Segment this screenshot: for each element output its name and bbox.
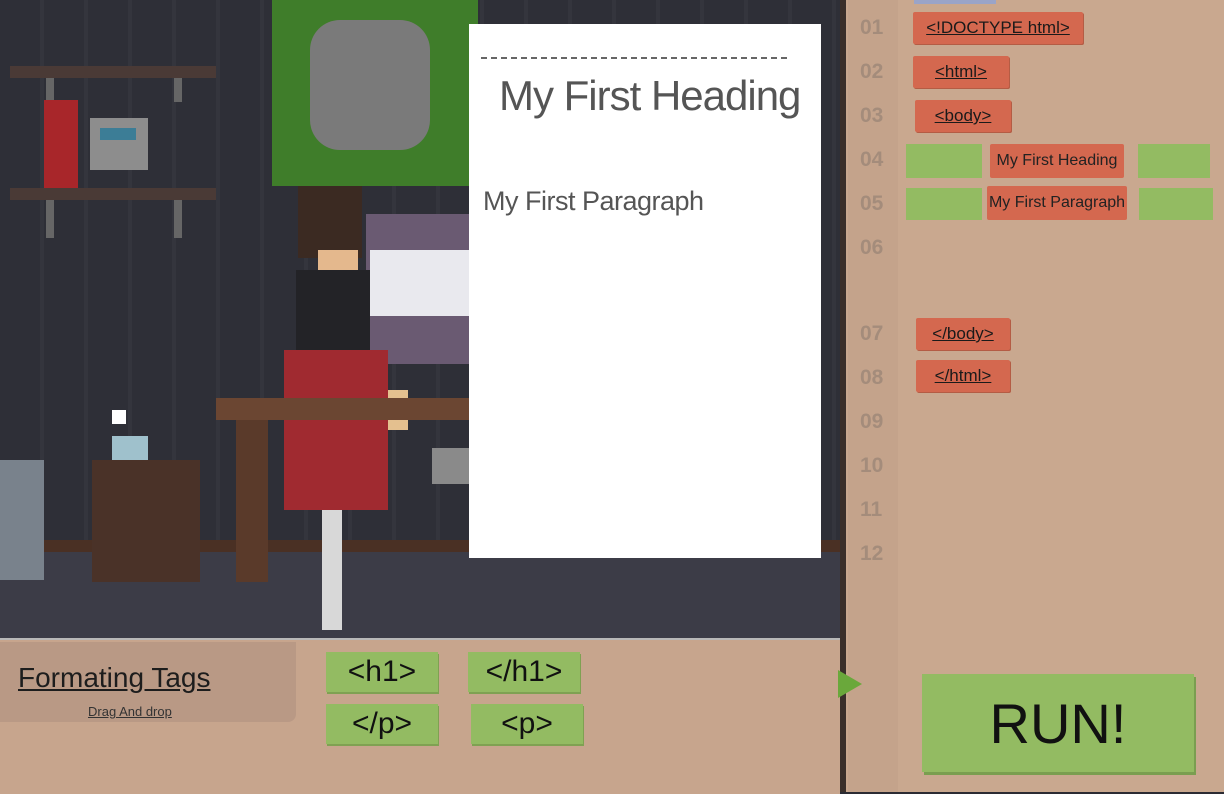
h1-close-draggable[interactable]: </h1>	[468, 652, 580, 692]
drop-slot-line4-close[interactable]	[1138, 144, 1210, 178]
cup	[112, 436, 148, 460]
line-number: 05	[860, 192, 884, 215]
sofa	[0, 460, 44, 580]
scroll-remnant	[914, 0, 996, 4]
palette-header: Formating Tags Drag And drop	[0, 642, 296, 722]
line-number: 10	[860, 454, 884, 477]
preview-divider	[481, 57, 787, 59]
arrow-icon	[838, 670, 862, 698]
html-close-tag[interactable]: </html>	[916, 360, 1010, 392]
html-open-tag[interactable]: <html>	[913, 56, 1009, 88]
desk	[216, 398, 476, 420]
line-number: 06	[860, 236, 884, 259]
shelf-bracket	[174, 200, 182, 238]
line-number: 07	[860, 322, 884, 345]
tag-palette: Formating Tags Drag And drop <h1> </h1> …	[0, 638, 840, 794]
line-number: 08	[860, 366, 884, 389]
red-chair	[284, 350, 388, 510]
shelf-bracket	[46, 200, 54, 238]
preview-heading: My First Heading	[499, 72, 801, 119]
run-button[interactable]: RUN!	[922, 674, 1194, 772]
shelf-bracket	[174, 78, 182, 102]
palette-subtitle: Drag And drop	[88, 704, 172, 719]
shelf-top	[10, 66, 216, 78]
line-number: 02	[860, 60, 884, 83]
robot-figure	[90, 118, 148, 170]
drop-slot-line5-close[interactable]	[1139, 188, 1213, 220]
body-close-tag[interactable]: </body>	[916, 318, 1010, 350]
drop-slot-line4-open[interactable]	[906, 144, 982, 178]
cup-steam	[112, 410, 126, 424]
body-open-tag[interactable]: <body>	[915, 100, 1011, 132]
line-number: 09	[860, 410, 884, 433]
red-book	[44, 100, 78, 188]
h1-open-draggable[interactable]: <h1>	[326, 652, 438, 692]
robot-eyes	[100, 128, 136, 140]
shelf-bracket	[46, 78, 54, 102]
p-close-draggable[interactable]: </p>	[326, 704, 438, 744]
chair-pole	[322, 510, 342, 630]
p-open-draggable[interactable]: <p>	[471, 704, 583, 744]
preview-paragraph: My First Paragraph	[483, 186, 704, 216]
line-number: 12	[860, 542, 884, 565]
shelf-bottom	[10, 188, 216, 200]
line-number: 11	[860, 498, 883, 521]
heading-content[interactable]: My First Heading	[990, 144, 1124, 178]
character-head	[298, 186, 362, 258]
line-number: 04	[860, 148, 884, 171]
desk-leg	[236, 420, 268, 582]
doctype-tag[interactable]: <!DOCTYPE html>	[913, 12, 1083, 44]
nightstand	[92, 460, 200, 582]
line-number: 01	[860, 16, 884, 39]
html-preview: My First Heading My First Paragraph	[469, 24, 821, 558]
monitor-screen	[370, 250, 470, 316]
plant-lamp	[310, 20, 430, 150]
palette-title: Formating Tags	[18, 662, 211, 693]
drop-slot-line5-open[interactable]	[906, 188, 982, 220]
line-number: 03	[860, 104, 884, 127]
paragraph-content[interactable]: My First Paragraph	[987, 186, 1127, 220]
computer	[432, 448, 472, 484]
